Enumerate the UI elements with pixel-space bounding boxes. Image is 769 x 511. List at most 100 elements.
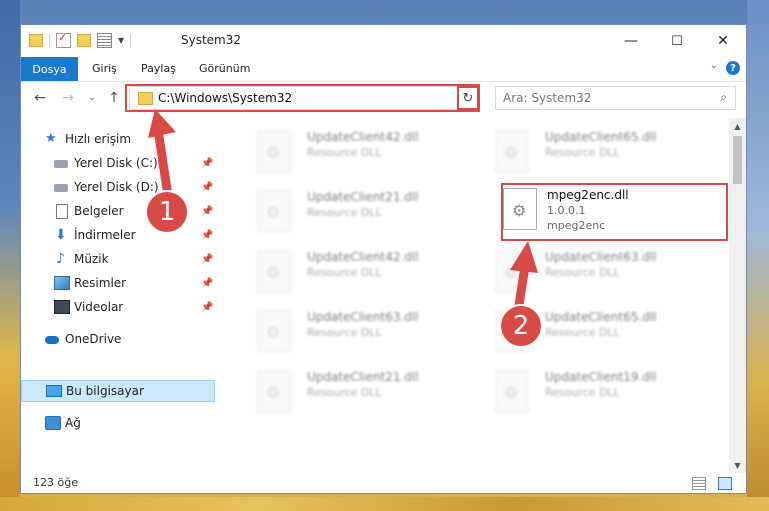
sidebar-item-this-pc[interactable]: Bu bilgisayar bbox=[21, 380, 215, 402]
tab-view[interactable]: Görünüm bbox=[199, 62, 250, 75]
sidebar-item-local-disk-c[interactable]: Yerel Disk (C:) 📌 bbox=[21, 152, 215, 174]
sidebar-item-videos[interactable]: Videolar 📌 bbox=[21, 296, 215, 318]
tab-home[interactable]: Giriş bbox=[92, 62, 117, 75]
file-name: UpdateClient63.dll bbox=[545, 250, 657, 264]
large-icons-view-icon[interactable] bbox=[718, 477, 732, 490]
file-description: Resource DLL bbox=[307, 266, 382, 279]
new-folder-icon[interactable] bbox=[77, 34, 91, 47]
scroll-up-arrow-icon[interactable]: ▲ bbox=[729, 118, 746, 134]
maximize-button[interactable]: ☐ bbox=[654, 25, 700, 57]
step-1-badge: 1 bbox=[145, 190, 189, 234]
file-highlight-box bbox=[501, 183, 728, 241]
file-item[interactable]: ⚙ UpdateClient21.dll Resource DLL bbox=[237, 184, 437, 234]
file-name: UpdateClient21.dll bbox=[307, 370, 419, 384]
videos-icon bbox=[54, 300, 70, 314]
search-input[interactable]: Ara: System32 ⌕ bbox=[495, 86, 736, 110]
close-button[interactable]: ✕ bbox=[700, 25, 746, 57]
refresh-button[interactable]: ↻ bbox=[457, 86, 479, 110]
details-view-icon[interactable] bbox=[692, 477, 706, 490]
help-icon[interactable]: ? bbox=[726, 61, 740, 75]
gear-icon: ⚙ bbox=[266, 323, 281, 342]
disk-icon bbox=[54, 184, 68, 192]
file-list: ⚙ UpdateClient42.dll Resource DLL ⚙ Upda… bbox=[217, 118, 729, 473]
sidebar-item-label: Hızlı erişim bbox=[65, 132, 132, 146]
file-name: UpdateClient42.dll bbox=[307, 250, 419, 264]
pin-icon[interactable]: 📌 bbox=[201, 230, 213, 241]
recent-locations-chevron-icon[interactable]: ⌄ bbox=[83, 93, 101, 103]
dll-file-icon: ⚙ bbox=[495, 130, 529, 172]
network-icon bbox=[45, 416, 61, 430]
properties-check-icon[interactable] bbox=[56, 31, 71, 48]
file-description: Resource DLL bbox=[545, 326, 620, 339]
search-placeholder: Ara: System32 bbox=[503, 91, 592, 105]
sidebar-item-quick-access[interactable]: ★ Hızlı erişim bbox=[21, 128, 215, 150]
properties-icon[interactable] bbox=[97, 33, 112, 48]
file-name: UpdateClient42.dll bbox=[307, 130, 419, 144]
dll-file-icon: ⚙ bbox=[257, 130, 291, 172]
sidebar-item-label: Belgeler bbox=[74, 204, 124, 218]
downloads-icon: ⬇ bbox=[55, 227, 67, 243]
sidebar-item-label: OneDrive bbox=[65, 332, 122, 346]
gear-icon: ⚙ bbox=[504, 263, 519, 282]
dll-file-icon: ⚙ bbox=[495, 250, 529, 292]
file-item[interactable]: ⚙ UpdateClient42.dll Resource DLL bbox=[237, 244, 437, 294]
scrollbar-thumb[interactable] bbox=[733, 136, 742, 184]
pin-icon[interactable]: 📌 bbox=[201, 278, 213, 289]
expand-ribbon-chevron-icon[interactable]: ⌄ bbox=[710, 60, 718, 71]
this-pc-icon bbox=[46, 385, 62, 397]
pin-icon[interactable]: 📌 bbox=[201, 182, 213, 193]
file-item[interactable]: ⚙ UpdateClient63.dll Resource DLL bbox=[237, 304, 437, 354]
minimize-button[interactable]: — bbox=[608, 25, 654, 57]
sidebar-item-label: Videolar bbox=[74, 300, 124, 314]
file-name: UpdateClient65.dll bbox=[545, 310, 657, 324]
pin-icon[interactable]: 📌 bbox=[201, 302, 213, 313]
customize-toolbar-caret-icon[interactable]: ▼ bbox=[118, 36, 124, 45]
address-highlight-box bbox=[125, 84, 480, 112]
sidebar-item-onedrive[interactable]: OneDrive bbox=[21, 328, 215, 350]
scroll-down-arrow-icon[interactable]: ▼ bbox=[729, 457, 746, 473]
forward-arrow-icon[interactable]: → bbox=[59, 90, 77, 106]
sidebar-item-music[interactable]: ♪ Müzik 📌 bbox=[21, 248, 215, 270]
sidebar-item-pictures[interactable]: Resimler 📌 bbox=[21, 272, 215, 294]
sidebar-item-local-disk-d[interactable]: Yerel Disk (D:) 📌 bbox=[21, 176, 215, 198]
gear-icon: ⚙ bbox=[266, 263, 281, 282]
file-name: UpdateClient21.dll bbox=[307, 190, 419, 204]
sidebar-item-label: Yerel Disk (C:) bbox=[74, 156, 158, 170]
tab-share[interactable]: Paylaş bbox=[141, 62, 176, 75]
file-item[interactable]: ⚙ UpdateClient21.dll Resource DLL bbox=[237, 364, 437, 414]
toolbar-separator bbox=[130, 33, 132, 48]
file-name: UpdateClient65.dll bbox=[545, 130, 657, 144]
file-name: UpdateClient63.dll bbox=[307, 310, 419, 324]
file-item[interactable]: ⚙ UpdateClient42.dll Resource DLL bbox=[237, 124, 437, 174]
pictures-icon bbox=[54, 276, 70, 290]
desktop-wallpaper-left bbox=[0, 0, 20, 511]
tab-file[interactable]: Dosya bbox=[21, 57, 78, 81]
vertical-scrollbar[interactable]: ▲ ▼ bbox=[729, 118, 746, 473]
pin-icon[interactable]: 📌 bbox=[201, 206, 213, 217]
toolbar-separator bbox=[49, 33, 50, 48]
gear-icon: ⚙ bbox=[266, 143, 281, 162]
pin-icon[interactable]: 📌 bbox=[201, 158, 213, 169]
sidebar-item-label: Müzik bbox=[74, 252, 109, 266]
back-arrow-icon[interactable]: ← bbox=[31, 90, 49, 106]
music-icon: ♪ bbox=[56, 251, 65, 267]
sidebar-item-downloads[interactable]: ⬇ İndirmeler 📌 bbox=[21, 224, 215, 246]
dll-file-icon: ⚙ bbox=[495, 370, 529, 412]
sidebar-item-network[interactable]: Ağ bbox=[21, 412, 215, 434]
file-description: Resource DLL bbox=[307, 146, 382, 159]
file-item[interactable]: ⚙ UpdateClient19.dll Resource DLL bbox=[475, 364, 675, 414]
status-bar: 123 öğe bbox=[21, 473, 746, 493]
file-name: UpdateClient19.dll bbox=[545, 370, 657, 384]
search-icon[interactable]: ⌕ bbox=[720, 90, 727, 105]
explorer-window: ▼ System32 — ☐ ✕ Dosya Giriş Paylaş Görü… bbox=[20, 24, 747, 494]
up-arrow-icon[interactable]: ↑ bbox=[105, 90, 123, 106]
gear-icon: ⚙ bbox=[266, 383, 281, 402]
step-2-badge: 2 bbox=[499, 304, 543, 348]
ribbon-tabs: Dosya Giriş Paylaş Görünüm ⌄ ? bbox=[21, 57, 746, 82]
navigation-bar: ← → ⌄ ↑ C:\Windows\System32 ⌄ ↻ Ara: Sys… bbox=[21, 82, 746, 118]
file-description: Resource DLL bbox=[545, 386, 620, 399]
sidebar-item-label: İndirmeler bbox=[74, 228, 136, 242]
file-item[interactable]: ⚙ UpdateClient63.dll Resource DLL bbox=[475, 244, 675, 294]
pin-icon[interactable]: 📌 bbox=[201, 254, 213, 265]
file-item[interactable]: ⚙ UpdateClient65.dll Resource DLL bbox=[475, 124, 675, 174]
